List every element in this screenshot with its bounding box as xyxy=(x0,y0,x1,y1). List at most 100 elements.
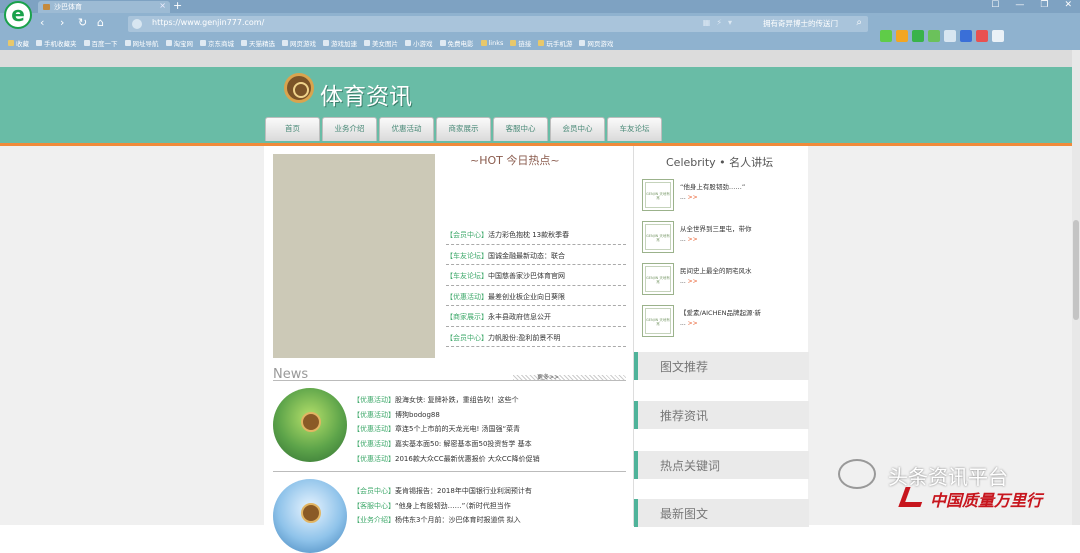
folder-icon xyxy=(510,39,517,46)
refresh-icon[interactable]: ↻ xyxy=(78,16,87,29)
celebrity-text[interactable]: 【爱素/AICHEN品牌起源·新 xyxy=(680,307,761,317)
celebrity-more[interactable]: ... >> xyxy=(680,278,698,285)
list-item[interactable]: 【会员中心】活力彩色抱枕 13款秋季春 xyxy=(446,224,626,245)
bookmark-item[interactable]: 小游戏 xyxy=(405,38,433,48)
tab-close-icon[interactable]: × xyxy=(159,1,166,10)
menu-promotions[interactable]: 优惠活动 xyxy=(379,117,434,141)
bookmark-item[interactable]: 网址导航 xyxy=(124,38,159,48)
window-minimize-button[interactable]: — xyxy=(1015,0,1024,10)
list-item[interactable]: 【业务介绍】杨伟东3个月前：沙巴体育时报道供 拟入 xyxy=(353,515,623,530)
browser-tab[interactable]: 沙巴体育 × xyxy=(38,1,170,13)
celebrity-thumb[interactable]: GENJIN 天地有常 xyxy=(642,263,674,295)
news-list: 【会员中心】麦肯锡报告：2018年中国银行业利润预计有 【客服中心】“他身上有股… xyxy=(353,486,623,530)
window-skin-button[interactable]: ☐ xyxy=(991,0,999,10)
bookmark-item[interactable]: 美女图片 xyxy=(364,38,398,48)
celebrity-thumb[interactable]: GENJIN 天地有常 xyxy=(642,221,674,253)
celebrity-text[interactable]: “他身上有股韧劲……” xyxy=(680,181,745,191)
section-latest-images[interactable]: 最新图文 xyxy=(634,499,809,527)
bookmark-item[interactable]: 天猫精选 xyxy=(241,38,275,48)
menu-service[interactable]: 客服中心 xyxy=(493,117,548,141)
site-header: 体育资讯 首页 业务介绍 优惠活动 商家展示 客服中心 会员中心 车友论坛 xyxy=(0,67,1072,143)
page-icon xyxy=(364,39,370,46)
bookmark-item[interactable]: 收藏 xyxy=(8,38,29,48)
window-close-button[interactable]: ✕ xyxy=(1064,0,1072,10)
news-header: News 更多>> xyxy=(273,367,626,382)
celebrity-more[interactable]: ... >> xyxy=(680,194,698,201)
page-icon xyxy=(282,39,288,46)
page-icon xyxy=(124,39,131,46)
chat-bubble-icon xyxy=(838,459,876,489)
section-image-recommend[interactable]: 图文推荐 xyxy=(634,352,809,380)
star-icon xyxy=(8,39,14,46)
celebrity-item[interactable]: GENJIN 天地有常 “他身上有股韧劲……” ... >> xyxy=(642,179,802,215)
bookmark-item[interactable]: 玩手机游 xyxy=(538,38,572,48)
list-item[interactable]: 【车友论坛】国诚金融最新动态：联合 xyxy=(446,245,626,265)
page-icon xyxy=(200,39,206,46)
bookmark-item[interactable]: 手机收藏夹 xyxy=(36,38,77,48)
menu-forum[interactable]: 车友论坛 xyxy=(607,117,662,141)
celebrity-more[interactable]: ... >> xyxy=(680,320,698,327)
featured-image[interactable] xyxy=(273,154,435,358)
new-tab-button[interactable]: + xyxy=(173,0,182,12)
address-ad-text[interactable]: 拥有奇异博士的传送门 xyxy=(763,18,838,29)
list-item[interactable]: 【优惠活动】嘉实基本面50: 解密基本面50投资哲学 基本 xyxy=(353,439,623,454)
search-icon[interactable]: ⌕ xyxy=(856,17,862,28)
list-item[interactable]: 【客服中心】“他身上有股韧劲……”（新时代担当作 xyxy=(353,501,623,516)
list-item[interactable]: 【车友论坛】中国慈善家沙巴体育官网 xyxy=(446,265,626,286)
celebrity-text[interactable]: 民间史上最全的阴宅风水 xyxy=(680,265,752,275)
section-hot-keywords[interactable]: 热点关键词 xyxy=(634,451,809,479)
page-icon xyxy=(323,39,329,46)
page-top-strip xyxy=(0,50,1080,67)
back-icon[interactable]: ‹ xyxy=(40,16,44,29)
url-text[interactable]: https://www.genjin777.com/ xyxy=(152,18,264,27)
news-title: News xyxy=(273,367,309,382)
bookmark-item[interactable]: 网页游戏 xyxy=(282,38,316,48)
celebrity-thumb[interactable]: GENJIN 天地有常 xyxy=(642,179,674,211)
news-thumb[interactable] xyxy=(273,479,347,553)
address-tools[interactable]: ▦⚡▾ xyxy=(703,18,738,27)
forward-icon[interactable]: › xyxy=(60,16,64,29)
more-link[interactable]: 更多>> xyxy=(537,372,559,381)
menu-merchants[interactable]: 商家展示 xyxy=(436,117,491,141)
menu-members[interactable]: 会员中心 xyxy=(550,117,605,141)
bookmark-item[interactable]: 免费电影 xyxy=(439,38,474,48)
page-icon xyxy=(36,39,42,46)
list-item[interactable]: 【优惠活动】2016款大众CC最新优惠报价 大众CC降价促销 xyxy=(353,454,623,469)
bookmark-item[interactable]: 游戏加速 xyxy=(323,38,357,48)
news-thumb[interactable] xyxy=(273,388,347,462)
scrollbar-thumb[interactable] xyxy=(1073,220,1079,320)
menu-business[interactable]: 业务介绍 xyxy=(322,117,377,141)
section-recommend-news[interactable]: 推荐资讯 xyxy=(634,401,809,429)
list-item[interactable]: 【优惠活动】最差创业板企业向日葵限 xyxy=(446,286,626,306)
tab-favicon-icon xyxy=(43,4,50,10)
page-icon xyxy=(241,39,247,46)
bookmark-item[interactable]: links xyxy=(480,39,503,47)
bookmark-item[interactable]: 百度一下 xyxy=(83,38,118,48)
bookmark-item[interactable]: 京东商城 xyxy=(200,38,234,48)
celebrity-item[interactable]: GENJIN 天地有常 民间史上最全的阴宅风水 ... >> xyxy=(642,263,802,299)
list-item[interactable]: 【会员中心】麦肯锡报告：2018年中国银行业利润预计有 xyxy=(353,486,623,501)
bookmark-item[interactable]: 网页游戏 xyxy=(579,38,613,48)
window-restore-button[interactable]: ❐ xyxy=(1040,0,1048,10)
celebrity-title: Celebrity • 名人讲坛 xyxy=(666,156,774,169)
list-item[interactable]: 【会员中心】力帆股份:盈利前景不明 xyxy=(446,327,626,347)
main-column: ~HOT 今日热点~ 【会员中心】活力彩色抱枕 13款秋季春 【车友论坛】国诚金… xyxy=(264,146,633,553)
celebrity-item[interactable]: GENJIN 天地有常 从全世界到三里屯，带你 ... >> xyxy=(642,221,802,257)
list-item[interactable]: 【商家展示】永丰县政府信息公开 xyxy=(446,306,626,327)
list-item[interactable]: 【优惠活动】章连5个上市前的天龙光电! 汤国强“菜青 xyxy=(353,424,623,439)
bookmark-item[interactable]: 链接 xyxy=(510,38,531,48)
list-item[interactable]: 【优惠活动】博狗bodog88 xyxy=(353,410,623,425)
celebrity-text[interactable]: 从全世界到三里屯，带你 xyxy=(680,223,752,233)
site-title[interactable]: 体育资讯 xyxy=(320,77,412,111)
bookmark-item[interactable]: 淘宝网 xyxy=(165,38,193,48)
address-bar[interactable]: https://www.genjin777.com/ ▦⚡▾ 拥有奇异博士的传送… xyxy=(128,16,868,32)
menu-home[interactable]: 首页 xyxy=(265,117,320,141)
sidebar: Celebrity • 名人讲坛 GENJIN 天地有常 “他身上有股韧劲……”… xyxy=(633,146,809,527)
home-icon[interactable]: ⌂ xyxy=(97,16,104,29)
vertical-scrollbar[interactable] xyxy=(1072,50,1080,525)
celebrity-more[interactable]: ... >> xyxy=(680,236,698,243)
site-logo-icon[interactable] xyxy=(284,73,314,103)
list-item[interactable]: 【优惠活动】股海女侠: 复牌补跌，重组告吹！这些个 xyxy=(353,395,623,410)
celebrity-thumb[interactable]: GENJIN 天地有常 xyxy=(642,305,674,337)
celebrity-item[interactable]: GENJIN 天地有常 【爱素/AICHEN品牌起源·新 ... >> xyxy=(642,305,802,341)
